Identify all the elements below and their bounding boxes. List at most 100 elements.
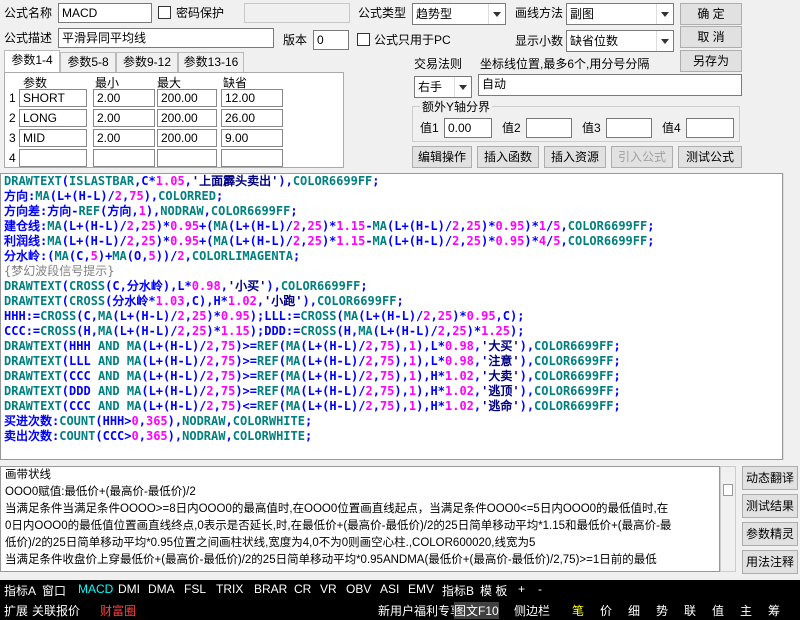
indicator-tab[interactable]: BRAR [254,582,287,596]
status-item[interactable]: 扩展 [4,602,28,619]
ok-button[interactable]: 确 定 [680,3,742,25]
code-line[interactable]: DRAWTEXT(ISLASTBAR,C*1.05,'上面霹头卖出'),COLO… [1,174,782,189]
status-item[interactable]: 笔 [572,602,584,619]
param-name[interactable] [19,149,87,167]
param-name[interactable]: MID [19,129,87,147]
tab-params-1-4[interactable]: 参数1-4 [4,50,60,72]
param-min[interactable]: 2.00 [93,129,155,147]
y-value2-input[interactable] [526,118,572,138]
code-line[interactable]: DRAWTEXT(CROSS(C,分水岭),L*0.98,'小买'),COLOR… [1,279,782,294]
code-editor[interactable]: DRAWTEXT(ISLASTBAR,C*1.05,'上面霹头卖出'),COLO… [0,173,783,460]
param-min[interactable]: 2.00 [93,89,155,107]
code-line[interactable]: 分水岭:(MA(C,5)+MA(O,5))/2,COLORLIMAGENTA; [1,249,782,264]
param-wizard-button[interactable]: 参数精灵 [742,522,798,546]
pc-only-checkbox[interactable] [357,33,370,46]
trade-rule-select[interactable]: 右手 [414,76,472,98]
code-line[interactable]: DRAWTEXT(CCC AND MA(L+(H-L)/2,75)>=REF(M… [1,369,782,384]
type-select[interactable]: 趋势型 [412,3,506,25]
y-value3-input[interactable] [606,118,652,138]
param-max[interactable]: 200.00 [157,129,217,147]
name-input[interactable]: MACD [58,3,152,23]
dynamic-translate-button[interactable]: 动态翻译 [742,466,798,490]
status-item[interactable]: 细 [628,602,640,619]
desc-input[interactable]: 平滑异同平均线 [58,28,274,48]
help-scroll-thumb[interactable] [723,484,733,496]
status-item[interactable]: 值 [712,602,724,619]
password-checkbox[interactable] [158,6,171,19]
tab-params-5-8[interactable]: 参数5-8 [60,52,116,72]
indicator-tab[interactable]: 模 板 [480,582,507,599]
indicator-tab[interactable]: FSL [184,582,206,596]
param-name[interactable]: SHORT [19,89,87,107]
param-default[interactable]: 26.00 [221,109,283,127]
code-line[interactable]: 方向:MA(L+(H-L)/2,75),COLORRED; [1,189,782,204]
save-as-button[interactable]: 另存为 [680,50,742,72]
status-item[interactable]: 筹 [768,602,780,619]
status-item[interactable]: 侧边栏 [514,602,550,619]
test-formula-button[interactable]: 测试公式 [678,146,742,168]
code-line[interactable]: 卖出次数:COUNT(CCC>0,365),NODRAW,COLORWHITE; [1,429,782,444]
indicator-tab[interactable]: - [538,582,542,596]
y-value4-input[interactable] [686,118,734,138]
status-item[interactable]: 图文F10 [454,602,499,619]
code-line[interactable]: 方向差:方向-REF(方向,1),NODRAW,COLOR6699FF; [1,204,782,219]
param-default[interactable]: 9.00 [221,129,283,147]
indicator-tab[interactable]: EMV [408,582,434,596]
status-item[interactable]: 势 [656,602,668,619]
insert-function-button[interactable]: 插入函数 [477,146,539,168]
import-formula-button[interactable]: 引入公式 [611,146,673,168]
cancel-button[interactable]: 取 消 [680,26,742,48]
code-line[interactable]: DRAWTEXT(LLL AND MA(L+(H-L)/2,75)>=REF(M… [1,354,782,369]
tab-params-13-16[interactable]: 参数13-16 [178,52,244,72]
tab-params-9-12[interactable]: 参数9-12 [116,52,178,72]
code-line[interactable]: DRAWTEXT(DDD AND MA(L+(H-L)/2,75)>=REF(M… [1,384,782,399]
coord-input[interactable]: 自动 [478,74,742,96]
status-item[interactable]: 价 [600,602,612,619]
help-scrollbar[interactable] [720,466,736,572]
draw-select[interactable]: 副图 [566,3,674,25]
version-input[interactable]: 0 [313,30,349,50]
param-min[interactable] [93,149,155,167]
indicator-tab[interactable]: DMI [118,582,140,596]
insert-resource-button[interactable]: 插入资源 [544,146,606,168]
y-value1-input[interactable]: 0.00 [444,118,492,138]
edit-ops-button[interactable]: 编辑操作 [412,146,472,168]
password-input[interactable] [244,3,350,23]
status-item[interactable]: 关联报价 [32,602,80,619]
indicator-tab[interactable]: ASI [380,582,399,596]
code-line[interactable]: DRAWTEXT(HHH AND MA(L+(H-L)/2,75)>=REF(M… [1,339,782,354]
indicator-tab[interactable]: 指标B [442,582,474,599]
code-line[interactable]: HHH:=CROSS(C,MA(L+(H-L)/2,25)*0.95);LLL:… [1,309,782,324]
param-max[interactable]: 200.00 [157,109,217,127]
param-default[interactable] [221,149,283,167]
indicator-tab[interactable]: 指标A [4,582,36,599]
indicator-tab[interactable]: 窗口 [42,582,66,599]
param-name[interactable]: LONG [19,109,87,127]
test-result-button[interactable]: 测试结果 [742,494,798,518]
code-line[interactable]: CCC:=CROSS(H,MA(L+(H-L)/2,25)*1.15);DDD:… [1,324,782,339]
indicator-tab[interactable]: CR [294,582,311,596]
indicator-tab[interactable]: MACD [78,582,113,596]
usage-notes-button[interactable]: 用法注释 [742,550,798,574]
indicator-tab[interactable]: OBV [346,582,371,596]
indicator-tab[interactable]: + [518,582,525,596]
status-item[interactable]: 新用户福利专享 [378,602,462,619]
code-line[interactable]: DRAWTEXT(CCC AND MA(L+(H-L)/2,75)<=REF(M… [1,399,782,414]
code-line[interactable]: 利润线:MA(L+(H-L)/2,25)*0.95+(MA(L+(H-L)/2,… [1,234,782,249]
code-line[interactable]: DRAWTEXT(CROSS(分水岭*1.03,C),H*1.02,'小跑'),… [1,294,782,309]
indicator-tab[interactable]: VR [320,582,337,596]
status-item[interactable]: 联 [684,602,696,619]
code-line[interactable]: 买进次数:COUNT(HHH>0,365),NODRAW,COLORWHITE; [1,414,782,429]
indicator-tab[interactable]: TRIX [216,582,243,596]
param-max[interactable]: 200.00 [157,89,217,107]
param-min[interactable]: 2.00 [93,109,155,127]
param-default[interactable]: 12.00 [221,89,283,107]
status-item[interactable]: 财富圈 [100,602,136,619]
indicator-tab[interactable]: DMA [148,582,175,596]
decimal-select[interactable]: 缺省位数 [566,30,674,52]
editor-scrollbar[interactable] [783,173,800,460]
param-max[interactable] [157,149,217,167]
code-line[interactable]: {梦幻波段信号提示} [1,264,782,279]
status-item[interactable]: 主 [740,602,752,619]
code-line[interactable]: 建仓线:MA(L+(H-L)/2,25)*0.95+(MA(L+(H-L)/2,… [1,219,782,234]
